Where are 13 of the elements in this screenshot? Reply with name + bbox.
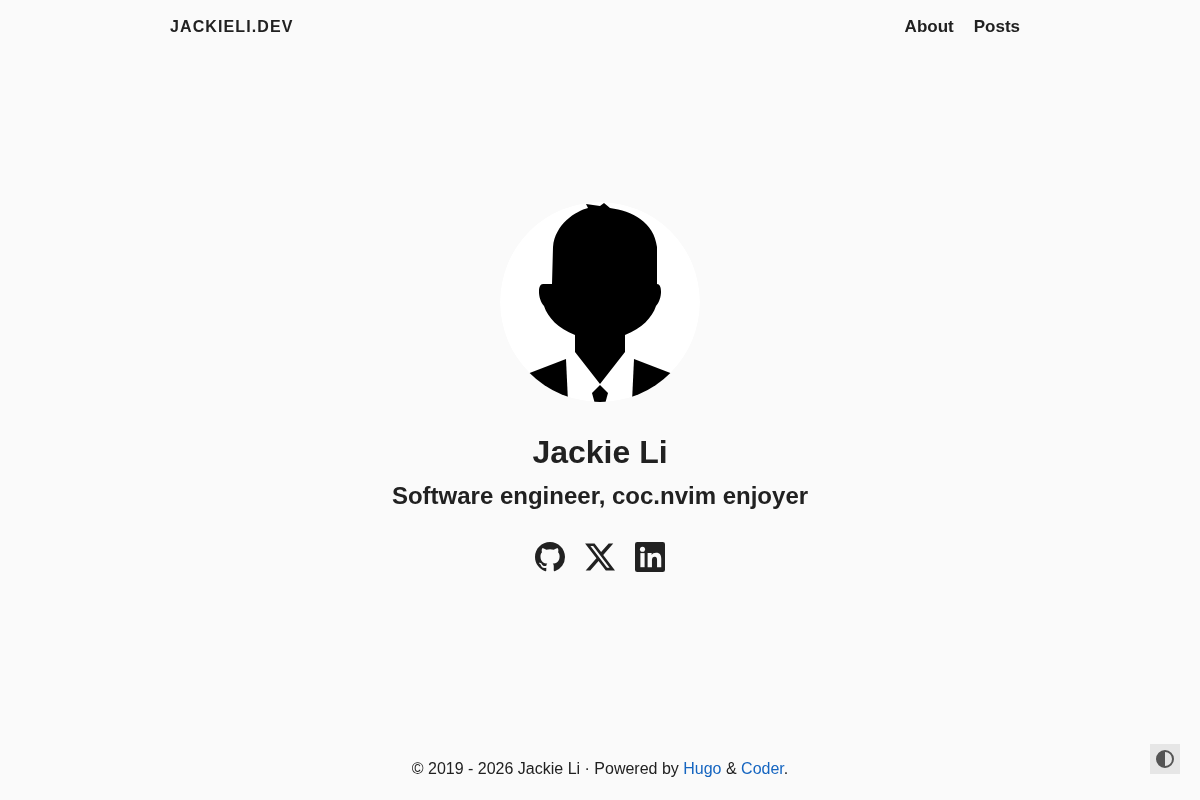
profile-tagline: Software engineer, coc.nvim enjoyer	[391, 481, 809, 510]
footer-link[interactable]: Coder	[741, 760, 784, 777]
footer-link[interactable]: Hugo	[683, 760, 722, 777]
github-icon[interactable]	[535, 542, 565, 572]
footer-text: © 2019 - 2026 Jackie Li · Powered by Hugo & Coder.	[411, 759, 789, 779]
nav-link[interactable]: About	[894, 16, 964, 37]
site-brand-link[interactable]: JACKIELI.DEV	[170, 16, 294, 37]
profile-name: Jackie Li	[532, 433, 668, 471]
linkedin-icon[interactable]	[635, 542, 665, 572]
contrast-icon	[1155, 749, 1175, 769]
x-logo-icon[interactable]	[585, 542, 615, 572]
theme-toggle-button[interactable]	[1150, 744, 1180, 774]
nav-link[interactable]: Posts	[963, 16, 1030, 37]
